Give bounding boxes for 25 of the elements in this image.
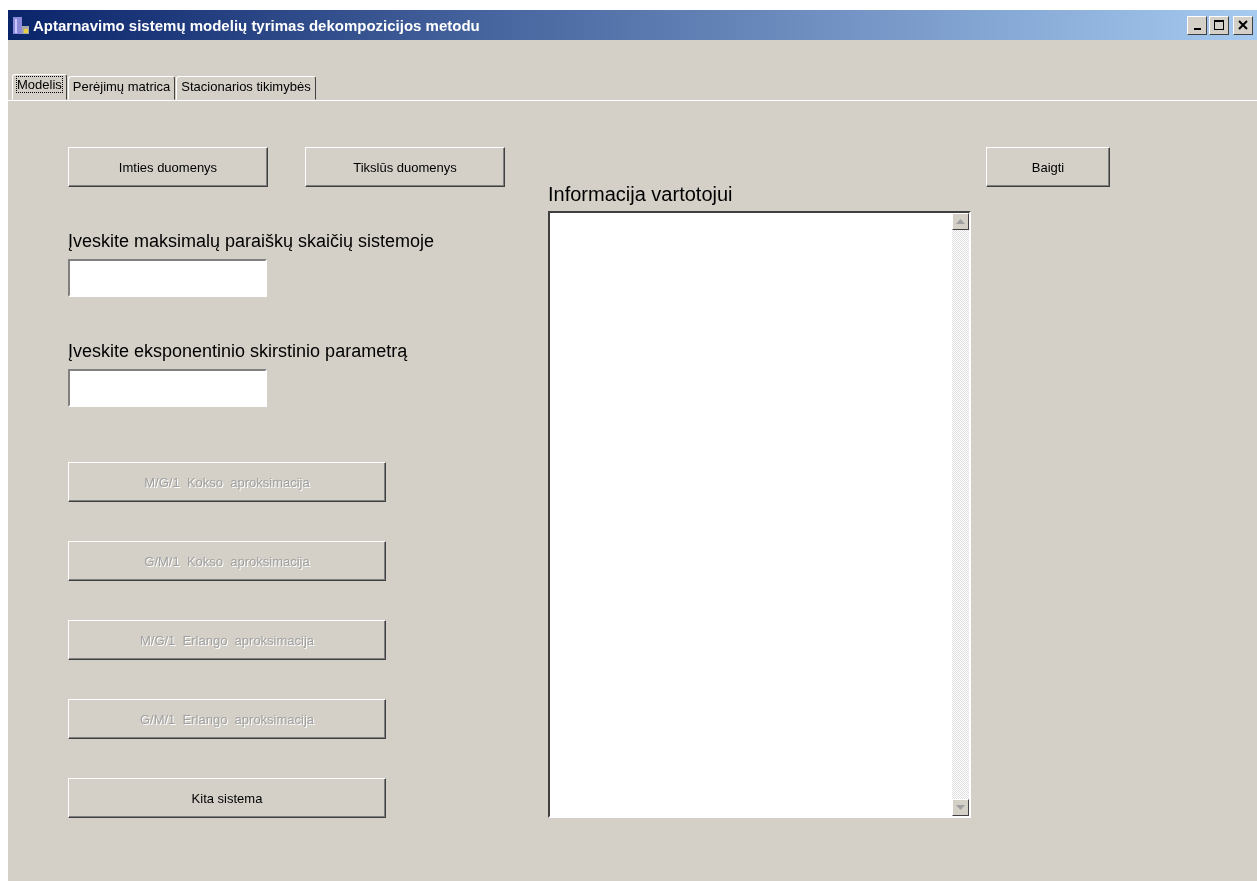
maximize-button[interactable] [1209, 15, 1229, 35]
button[interactable]: Kita sistema [68, 778, 386, 818]
minimize-icon [1193, 27, 1201, 30]
window-title: Aptarnavimo sistemų modelių tyrimas dekompozicijos metodu [33, 16, 480, 34]
scrollbar[interactable] [952, 213, 969, 816]
building-icon [12, 16, 30, 34]
field-label: Įveskite eksponentinio skirstinio parametrą [68, 341, 409, 363]
tab[interactable]: Modelis [12, 74, 67, 100]
minimize-button[interactable] [1187, 15, 1207, 35]
maximize-icon [1214, 20, 1224, 30]
input-field[interactable] [68, 369, 267, 407]
scroll-down-button[interactable] [952, 799, 969, 816]
close-button[interactable] [1233, 15, 1253, 35]
tab[interactable]: Stacionarios tikimybės [176, 76, 316, 100]
input-field[interactable] [68, 259, 267, 297]
close-icon [1238, 20, 1248, 30]
field-label: Įveskite maksimalų paraiškų skaičių sistemoje [68, 231, 436, 253]
tab[interactable]: Perėjimų matrica [67, 76, 176, 100]
button[interactable]: Imties duomenys [68, 147, 268, 187]
down-arrow-icon [956, 805, 965, 810]
exit-button[interactable]: Baigti [986, 147, 1110, 187]
button[interactable]: Tikslūs duomenys [305, 147, 505, 187]
scroll-up-button[interactable] [952, 213, 969, 230]
up-arrow-icon [956, 219, 965, 224]
info-label: Informacija vartotojui [548, 183, 734, 207]
